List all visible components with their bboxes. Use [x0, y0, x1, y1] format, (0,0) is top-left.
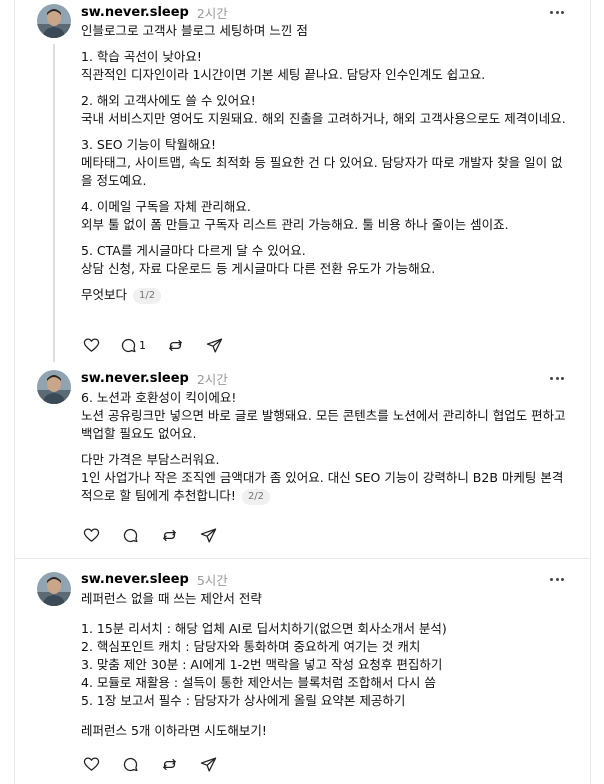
- heart-icon[interactable]: [81, 335, 101, 355]
- page-indicator: 1/2: [133, 288, 162, 304]
- action-bar: [81, 525, 237, 545]
- comment-icon: [121, 338, 136, 352]
- text-line: 5. 1장 보고서 필수 : 담당자가 상사에게 올릴 요약본 제공하기: [81, 693, 406, 708]
- avatar[interactable]: [37, 572, 71, 606]
- send-icon[interactable]: [204, 335, 224, 355]
- text-line: 3. 맞춤 제안 30분 : AI에게 1-2번 맥락을 넣고 작성 요청후 편…: [81, 657, 443, 672]
- text-line: 5. CTA를 게시글마다 다르게 달 수 있어요.: [81, 243, 306, 258]
- more-icon[interactable]: [548, 371, 566, 385]
- text-line: 1인 사업가나 작은 조직엔 금액대가 좀 있어요. 대신 SEO 기능이 강력…: [81, 470, 564, 485]
- more-icon[interactable]: [548, 572, 566, 586]
- text-line: 6. 노션과 호환성이 킥이에요!: [81, 390, 237, 405]
- text-line: 노션 공유링크만 넣으면 바로 글로 발행돼요. 모든 콘텐츠를 노션에서 관리…: [81, 408, 566, 423]
- text-line: 무엇보다: [81, 287, 128, 302]
- username[interactable]: sw.never.sleep: [81, 5, 189, 20]
- text-line: 4. 이메일 구독을 자체 관리해요.: [81, 199, 251, 214]
- feed: sw.never.sleep 2시간 인블로그로 고객사 블로그 세팅하며 느낀…: [14, 0, 591, 784]
- timestamp[interactable]: 5시간: [197, 570, 228, 589]
- text-line: 레퍼런스 없을 때 쓰는 제안서 전략: [81, 591, 262, 606]
- text-line: 적으로 할 팀에게 추천합니다!: [81, 488, 236, 503]
- text-line: 직관적인 디자인이라 1시간이면 기본 세팅 끝나요. 담당자 인수인계도 쉽고…: [81, 67, 486, 82]
- username[interactable]: sw.never.sleep: [81, 371, 189, 386]
- text-line: 4. 모듈로 재활용 : 설득이 통한 제안서는 블록처럼 조합해서 다시 씀: [81, 675, 436, 690]
- comment-icon[interactable]: [120, 525, 140, 545]
- text-line: 인블로그로 고객사 블로그 세팅하며 느낀 점: [81, 23, 308, 38]
- reply-button[interactable]: 1: [120, 337, 146, 354]
- send-icon[interactable]: [198, 525, 218, 545]
- post-body: 인블로그로 고객사 블로그 세팅하며 느낀 점 1. 학습 곡선이 낮아요! 직…: [81, 22, 581, 304]
- text-line: 2. 해외 고객사에도 쓸 수 있어요!: [81, 93, 256, 108]
- text-line: 국내 서비스지만 영어도 지원돼요. 해외 진출을 고려하거나, 해외 고객사용…: [81, 111, 566, 126]
- post-body: 6. 노션과 호환성이 킥이에요! 노션 공유링크만 넣으면 바로 글로 발행돼…: [81, 389, 581, 505]
- username[interactable]: sw.never.sleep: [81, 572, 189, 587]
- avatar[interactable]: [37, 4, 71, 38]
- page-indicator: 2/2: [241, 489, 271, 505]
- post-body: 레퍼런스 없을 때 쓰는 제안서 전략 1. 15분 리서치 : 해당 업체 A…: [81, 590, 581, 740]
- timestamp[interactable]: 2시간: [197, 369, 228, 388]
- text-line: 다만 가격은 부담스러워요.: [81, 452, 220, 467]
- text-line: 메타태그, 사이트맵, 속도 최적화 등 필요한 건 다 있어요. 담당자가 따…: [81, 155, 563, 170]
- action-bar: 1: [81, 335, 243, 355]
- comment-icon[interactable]: [120, 754, 140, 774]
- text-line: 외부 툴 없이 폼 만들고 구독자 리스트 관리 가능해요. 툴 비용 하나 줄…: [81, 217, 509, 232]
- send-icon[interactable]: [198, 754, 218, 774]
- repost-icon[interactable]: [159, 754, 179, 774]
- text-line: 1. 15분 리서치 : 해당 업체 AI로 딥서치하기(없으면 회사소개서 분…: [81, 621, 447, 636]
- post: sw.never.sleep 2시간 6. 노션과 호환성이 킥이에요! 노션 …: [15, 365, 590, 558]
- post: sw.never.sleep 2시간 인블로그로 고객사 블로그 세팅하며 느낀…: [15, 0, 590, 365]
- text-line: 1. 학습 곡선이 낮아요!: [81, 49, 202, 64]
- heart-icon[interactable]: [81, 525, 101, 545]
- more-icon[interactable]: [548, 5, 566, 19]
- timestamp[interactable]: 2시간: [197, 3, 228, 22]
- avatar[interactable]: [37, 370, 71, 404]
- reply-count: 1: [139, 338, 146, 352]
- text-line: 레퍼런스 5개 이하라면 시도해보기!: [81, 723, 267, 738]
- post: sw.never.sleep 5시간 레퍼런스 없을 때 쓰는 제안서 전략 1…: [15, 559, 590, 784]
- repost-icon[interactable]: [159, 525, 179, 545]
- heart-icon[interactable]: [81, 754, 101, 774]
- text-line: 을 정도예요.: [81, 173, 147, 188]
- text-line: 상담 신청, 자료 다운로드 등 게시글마다 다른 전환 유도가 가능해요.: [81, 261, 436, 276]
- post-header: sw.never.sleep 5시간: [81, 569, 228, 589]
- repost-icon[interactable]: [165, 335, 185, 355]
- thread-line: [53, 44, 55, 362]
- text-line: 백업할 필요도 없어요.: [81, 426, 197, 441]
- post-header: sw.never.sleep 2시간: [81, 368, 228, 388]
- text-line: 2. 핵심포인트 캐치 : 담당자와 통화하며 중요하게 여기는 것 캐치: [81, 639, 421, 654]
- post-header: sw.never.sleep 2시간: [81, 2, 228, 22]
- action-bar: [81, 754, 237, 774]
- text-line: 3. SEO 기능이 탁월해요!: [81, 137, 217, 152]
